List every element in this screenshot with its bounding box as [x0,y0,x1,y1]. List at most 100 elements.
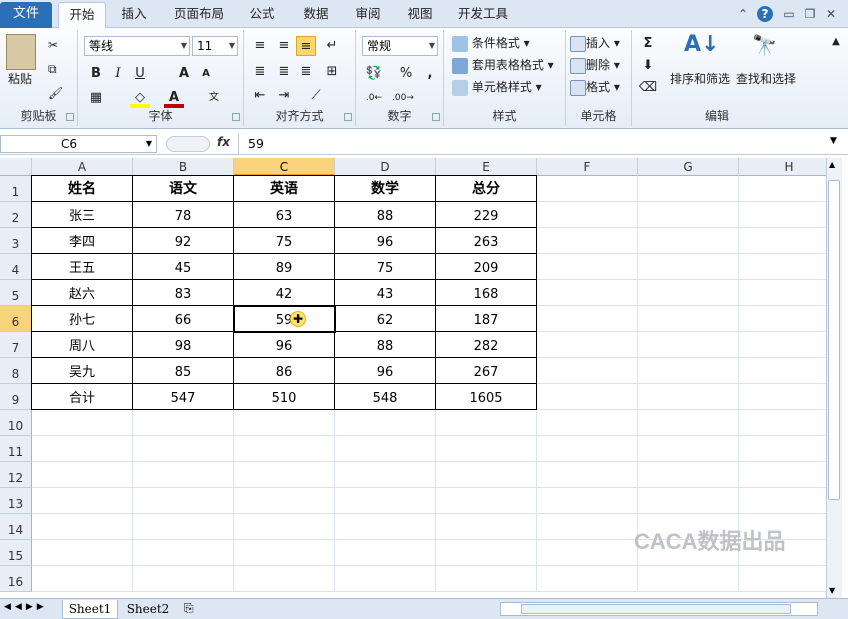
borders-icon[interactable]: ▦ [86,88,106,108]
column-header-g[interactable]: G [638,158,739,176]
insert-function-button[interactable]: fx [217,135,230,149]
find-select-icon[interactable]: 🔭 [752,35,777,55]
bold-button[interactable]: B [86,64,106,84]
cell-g6[interactable] [638,306,739,332]
row-header-5[interactable]: 5 [0,280,32,306]
cell-c1[interactable]: 英语 [234,176,335,202]
scroll-up-icon[interactable]: ▲ [829,160,835,169]
cell-d2[interactable]: 88 [335,202,436,228]
cell-c3[interactable]: 75 [234,228,335,254]
row-header-8[interactable]: 8 [0,358,32,384]
wrap-text-icon[interactable]: ↵ [322,36,342,56]
cell-g10[interactable] [638,410,739,436]
expand-formula-bar-icon[interactable]: ▼ [830,136,837,146]
font-size-select[interactable]: 11 ▼ [192,36,238,56]
cell-g9[interactable] [638,384,739,410]
cell-g12[interactable] [638,462,739,488]
sheet-tab-1[interactable]: Sheet1 [62,600,118,619]
row-header-14[interactable]: 14 [0,514,32,540]
format-cells-button[interactable]: 格式 ▾ [570,78,620,96]
copy-icon[interactable]: ⧉ [48,60,57,78]
row-header-1[interactable]: 1 [0,176,32,202]
cell-c7[interactable]: 96 [234,332,335,358]
cell-a2[interactable]: 张三 [32,202,133,228]
clear-icon[interactable]: ⌫ [638,78,658,98]
cell-g2[interactable] [638,202,739,228]
cell-e11[interactable] [436,436,537,462]
window-close-icon[interactable]: ✕ [822,6,840,22]
cell-e8[interactable]: 267 [436,358,537,384]
tab-insert[interactable]: 插入 [112,2,156,28]
cell-h10[interactable] [739,410,826,436]
cell-e14[interactable] [436,514,537,540]
column-header-b[interactable]: B [133,158,234,176]
help-icon[interactable]: ? [757,6,773,22]
cell-d7[interactable]: 88 [335,332,436,358]
cell-f6[interactable] [537,306,638,332]
cell-f8[interactable] [537,358,638,384]
cell-b16[interactable] [133,566,234,592]
cell-b7[interactable]: 98 [133,332,234,358]
align-left-icon[interactable]: ≣ [250,62,270,82]
cell-h1[interactable] [739,176,826,202]
grow-font-button[interactable]: A [174,64,194,84]
row-header-2[interactable]: 2 [0,202,32,228]
cell-d3[interactable]: 96 [335,228,436,254]
column-header-c[interactable]: C [234,158,335,176]
cell-e6[interactable]: 187 [436,306,537,332]
cell-a15[interactable] [32,540,133,566]
formula-input[interactable]: 59 [238,134,828,154]
align-bottom-icon[interactable]: ≡ [296,36,316,56]
cell-d10[interactable] [335,410,436,436]
alignment-launcher-icon[interactable] [344,113,352,121]
number-format-select[interactable]: 常规 ▼ [362,36,438,56]
row-header-7[interactable]: 7 [0,332,32,358]
cell-b5[interactable]: 83 [133,280,234,306]
number-launcher-icon[interactable] [432,113,440,121]
cell-a13[interactable] [32,488,133,514]
cell-e5[interactable]: 168 [436,280,537,306]
cell-d9[interactable]: 548 [335,384,436,410]
tab-page-layout[interactable]: 页面布局 [166,2,232,28]
row-header-4[interactable]: 4 [0,254,32,280]
insert-sheet-icon[interactable]: ⎘ [184,601,194,616]
cell-a14[interactable] [32,514,133,540]
font-color-icon[interactable]: A [164,88,184,108]
ribbon-collapse-icon[interactable]: ▲ [826,32,846,52]
cell-c4[interactable]: 89 [234,254,335,280]
cell-h3[interactable] [739,228,826,254]
cell-f12[interactable] [537,462,638,488]
scroll-down-icon[interactable]: ▼ [829,586,835,595]
cell-e13[interactable] [436,488,537,514]
sort-filter-button[interactable]: 排序和筛选 [670,70,730,88]
cell-g5[interactable] [638,280,739,306]
cell-a1[interactable]: 姓名 [32,176,133,202]
align-right-icon[interactable]: ≣ [296,62,316,82]
cell-f9[interactable] [537,384,638,410]
cell-d8[interactable]: 96 [335,358,436,384]
horizontal-scrollbar[interactable] [500,602,818,616]
window-restore-icon[interactable]: ❐ [801,6,819,22]
tab-data[interactable]: 数据 [294,2,338,28]
cell-f16[interactable] [537,566,638,592]
cell-a8[interactable]: 吴九 [32,358,133,384]
row-header-10[interactable]: 10 [0,410,32,436]
shrink-font-button[interactable]: A [196,64,216,84]
cell-a9[interactable]: 合计 [32,384,133,410]
fill-icon[interactable]: ⬇ [638,56,658,76]
cell-f13[interactable] [537,488,638,514]
cell-b6[interactable]: 66 [133,306,234,332]
cell-b10[interactable] [133,410,234,436]
cell-styles-button[interactable]: 单元格样式 ▾ [452,78,542,96]
underline-button[interactable]: U [130,64,150,84]
cell-d11[interactable] [335,436,436,462]
cell-d14[interactable] [335,514,436,540]
cell-c13[interactable] [234,488,335,514]
vertical-scroll-thumb[interactable] [828,180,840,500]
cell-e10[interactable] [436,410,537,436]
cell-c14[interactable] [234,514,335,540]
cell-g1[interactable] [638,176,739,202]
cell-e16[interactable] [436,566,537,592]
row-header-3[interactable]: 3 [0,228,32,254]
row-header-12[interactable]: 12 [0,462,32,488]
